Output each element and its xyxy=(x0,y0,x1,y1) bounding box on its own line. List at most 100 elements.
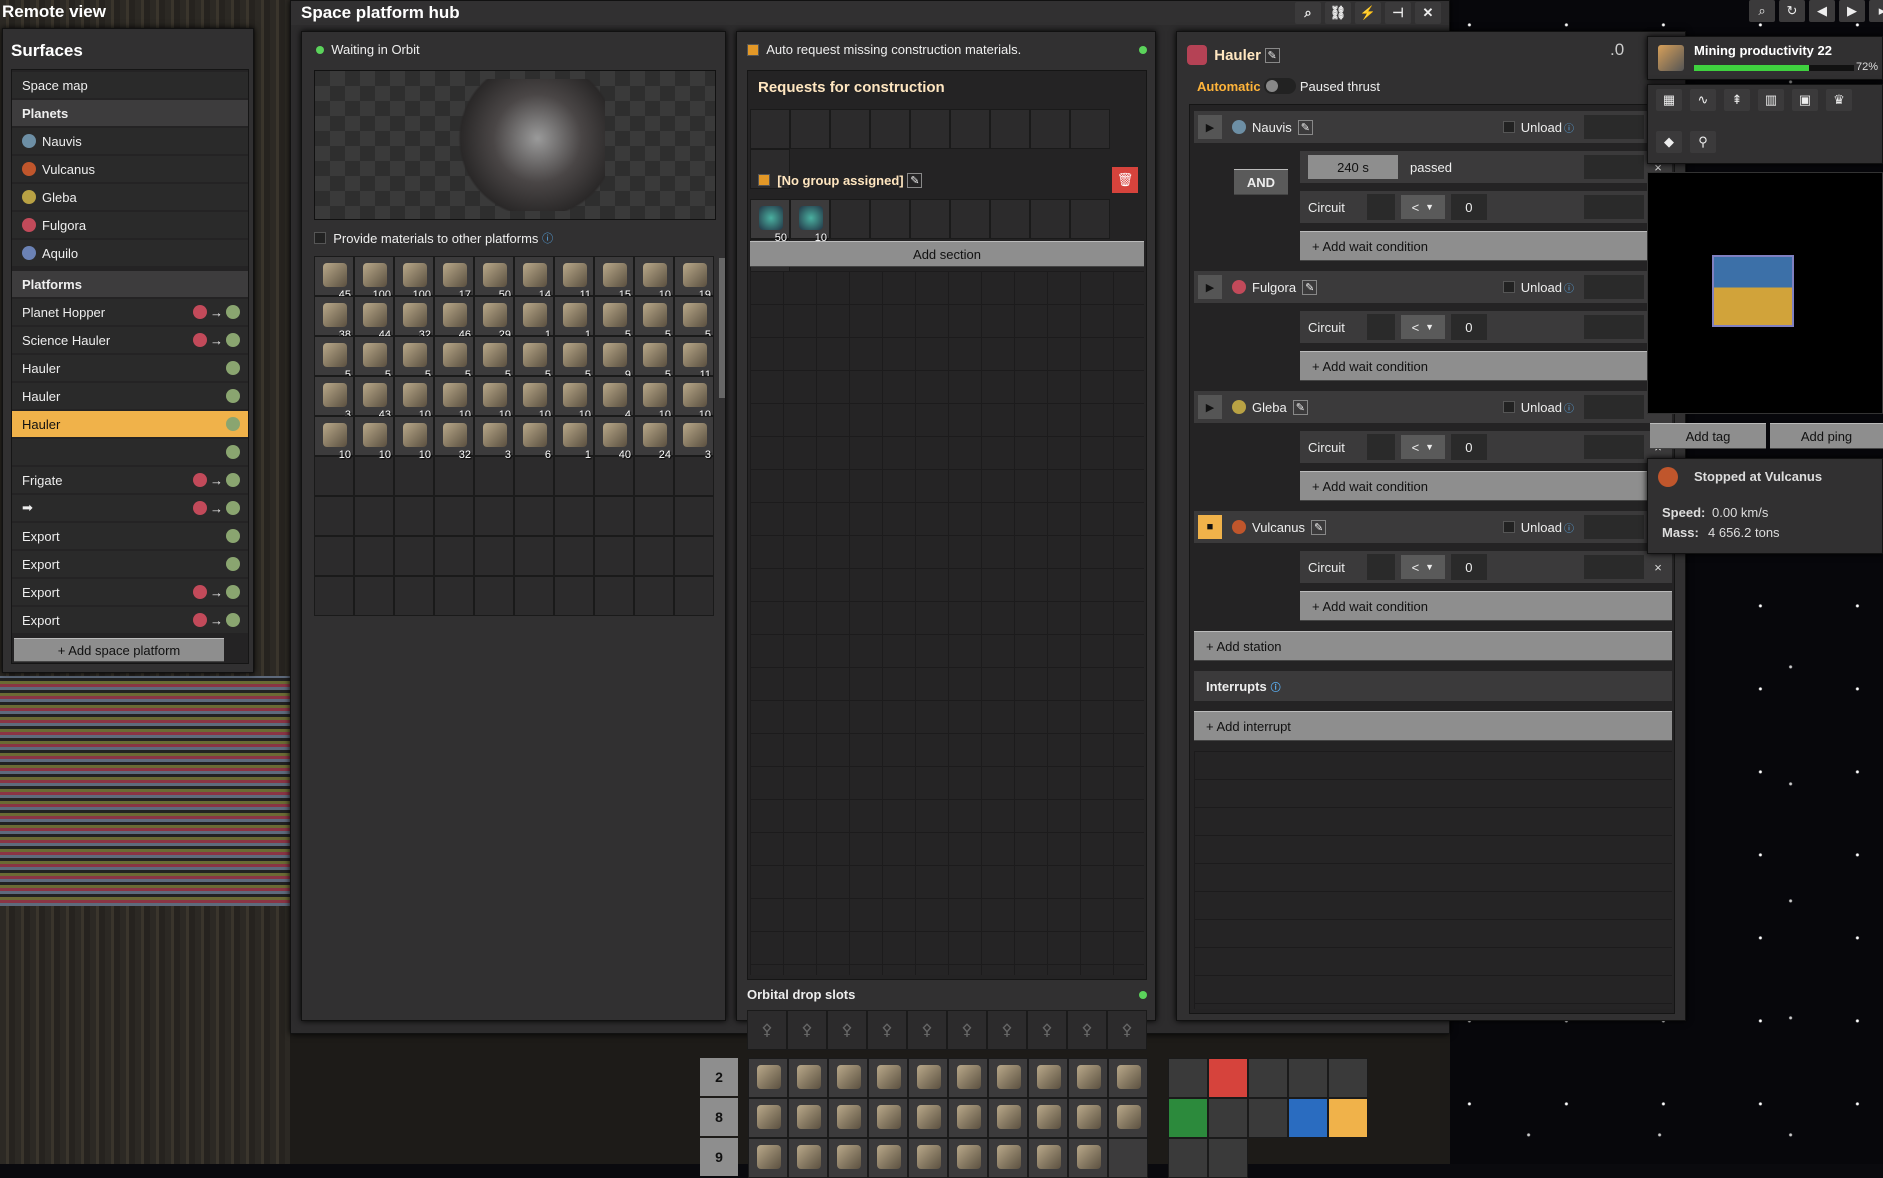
tool-slot[interactable] xyxy=(1168,1058,1208,1098)
stop-icon[interactable]: ■ xyxy=(1198,515,1222,539)
inventory-slot[interactable]: 5 xyxy=(554,336,594,381)
request-slot[interactable] xyxy=(950,109,990,149)
platform-item[interactable] xyxy=(12,439,248,465)
quickbar-slot[interactable] xyxy=(868,1098,908,1138)
inventory-slot[interactable]: 5 xyxy=(474,336,514,381)
pin-icon[interactable]: ⊣ xyxy=(1385,2,1411,24)
platform-item[interactable]: Export xyxy=(12,551,248,577)
inventory-slot[interactable]: 10 xyxy=(634,256,674,301)
add-space-platform-button[interactable]: + Add space platform xyxy=(14,638,224,662)
edit-station-icon[interactable]: ✎ xyxy=(1292,399,1308,415)
empty-slot[interactable] xyxy=(514,576,554,616)
quickbar-slot[interactable] xyxy=(828,1138,868,1178)
constant-input[interactable]: 0 xyxy=(1450,554,1487,580)
empty-slot[interactable] xyxy=(514,456,554,496)
comparator-dropdown[interactable]: < ▼ xyxy=(1400,315,1445,339)
inventory-slot[interactable]: 50 xyxy=(474,256,514,301)
empty-slot[interactable] xyxy=(474,576,514,616)
play-icon[interactable]: ▶ xyxy=(1198,115,1222,139)
quickbar-slot[interactable] xyxy=(988,1098,1028,1138)
planet-item-nauvis[interactable]: Nauvis xyxy=(12,128,248,154)
inventory-slot[interactable]: 5 xyxy=(634,336,674,381)
group-request-slot[interactable] xyxy=(950,199,990,239)
station-gleba[interactable]: ▶Gleba✎Unloadⓘ× xyxy=(1194,391,1672,423)
inventory-slot[interactable]: 5 xyxy=(674,296,714,341)
group-request-slot[interactable] xyxy=(910,199,950,239)
close-icon[interactable]: ✕ xyxy=(1415,2,1441,24)
factoriopedia-icon[interactable]: ▥ xyxy=(1758,89,1784,111)
inventory-slot[interactable]: 24 xyxy=(634,416,674,461)
station-fulgora[interactable]: ▶Fulgora✎Unloadⓘ× xyxy=(1194,271,1672,303)
quickbar-row-number[interactable]: 9 xyxy=(700,1138,738,1176)
inventory-slot[interactable]: 10 xyxy=(514,376,554,421)
quickbar-slot[interactable] xyxy=(1108,1098,1148,1138)
inventory-slot[interactable]: 1 xyxy=(554,416,594,461)
refresh-icon[interactable]: ↻ xyxy=(1779,0,1805,22)
group-checkbox[interactable] xyxy=(758,174,770,186)
empty-slot[interactable] xyxy=(394,496,434,536)
quickbar-slot[interactable] xyxy=(748,1138,788,1178)
empty-slot[interactable] xyxy=(674,496,714,536)
empty-slot[interactable] xyxy=(434,536,474,576)
constant-input[interactable]: 0 xyxy=(1450,434,1487,460)
inventory-slot[interactable]: 10 xyxy=(554,376,594,421)
rename-icon[interactable]: ✎ xyxy=(1264,47,1280,63)
platform-item[interactable]: Export → xyxy=(12,579,248,605)
platform-item[interactable]: Hauler xyxy=(12,411,248,437)
empty-slot[interactable] xyxy=(634,576,674,616)
signal-slot[interactable] xyxy=(1366,314,1395,340)
empty-slot[interactable] xyxy=(354,576,394,616)
and-or-toggle[interactable]: AND xyxy=(1234,169,1288,195)
condition-input[interactable] xyxy=(1584,555,1644,579)
quickbar-slot[interactable] xyxy=(868,1138,908,1178)
add-wait-condition-button[interactable]: + Add wait condition xyxy=(1300,471,1672,501)
request-slot[interactable] xyxy=(910,109,950,149)
inventory-slot[interactable]: 10 xyxy=(394,376,434,421)
group-request-slot[interactable]: 10 xyxy=(790,199,830,244)
empty-slot[interactable] xyxy=(474,536,514,576)
request-slot[interactable] xyxy=(830,109,870,149)
inventory-slot[interactable]: 11 xyxy=(674,336,714,381)
edit-station-icon[interactable]: ✎ xyxy=(1311,519,1327,535)
quickbar-slot[interactable] xyxy=(1068,1058,1108,1098)
inventory-slot[interactable]: 5 xyxy=(434,336,474,381)
hub-titlebar[interactable]: Space platform hub ⌕ ⛓ ⚡ ⊣ ✕ xyxy=(291,1,1449,25)
empty-slot[interactable] xyxy=(394,536,434,576)
inventory-slot[interactable]: 15 xyxy=(594,256,634,301)
unload-checkbox[interactable] xyxy=(1502,401,1515,413)
inventory-slot[interactable]: 5 xyxy=(514,336,554,381)
quickbar-slot[interactable] xyxy=(948,1138,988,1178)
quickbar-slot[interactable] xyxy=(788,1138,828,1178)
play-icon[interactable]: ▶ xyxy=(1198,395,1222,419)
group-request-slot[interactable] xyxy=(990,199,1030,239)
tool-slot[interactable] xyxy=(1288,1098,1328,1138)
tool-slot[interactable] xyxy=(1208,1058,1248,1098)
empty-slot[interactable] xyxy=(554,536,594,576)
blueprint-icon[interactable]: ⚲ xyxy=(1690,131,1716,153)
empty-slot[interactable] xyxy=(514,496,554,536)
empty-slot[interactable] xyxy=(554,456,594,496)
train-icon[interactable]: ▣ xyxy=(1792,89,1818,111)
tool-slot[interactable] xyxy=(1288,1058,1328,1098)
auto-request-row[interactable]: Auto request missing construction materi… xyxy=(747,42,1147,57)
request-slot[interactable] xyxy=(870,109,910,149)
inventory-slot[interactable]: 10 xyxy=(314,416,354,461)
delete-icon[interactable]: 🗑 xyxy=(1112,167,1138,193)
provide-materials-row[interactable]: Provide materials to other platforms ⓘ xyxy=(314,230,553,246)
inventory-slot[interactable]: 32 xyxy=(434,416,474,461)
inventory-slot[interactable]: 10 xyxy=(634,376,674,421)
empty-slot[interactable] xyxy=(594,536,634,576)
signal-slot[interactable] xyxy=(1366,554,1395,580)
quickbar-slot[interactable] xyxy=(948,1058,988,1098)
quickbar-slot[interactable] xyxy=(948,1098,988,1138)
quickbar-slot[interactable] xyxy=(908,1058,948,1098)
inventory-slot[interactable]: 44 xyxy=(354,296,394,341)
planet-item-fulgora[interactable]: Fulgora xyxy=(12,212,248,238)
stats-icon[interactable]: ∿ xyxy=(1690,89,1716,111)
add-tag-button[interactable]: Add tag xyxy=(1650,423,1766,449)
group-request-slot[interactable]: 50 xyxy=(750,199,790,244)
inventory-slot[interactable]: 17 xyxy=(434,256,474,301)
paused-toggle[interactable] xyxy=(1264,78,1297,94)
platform-item[interactable]: Export xyxy=(12,523,248,549)
add-interrupt-button[interactable]: + Add interrupt xyxy=(1194,711,1672,741)
